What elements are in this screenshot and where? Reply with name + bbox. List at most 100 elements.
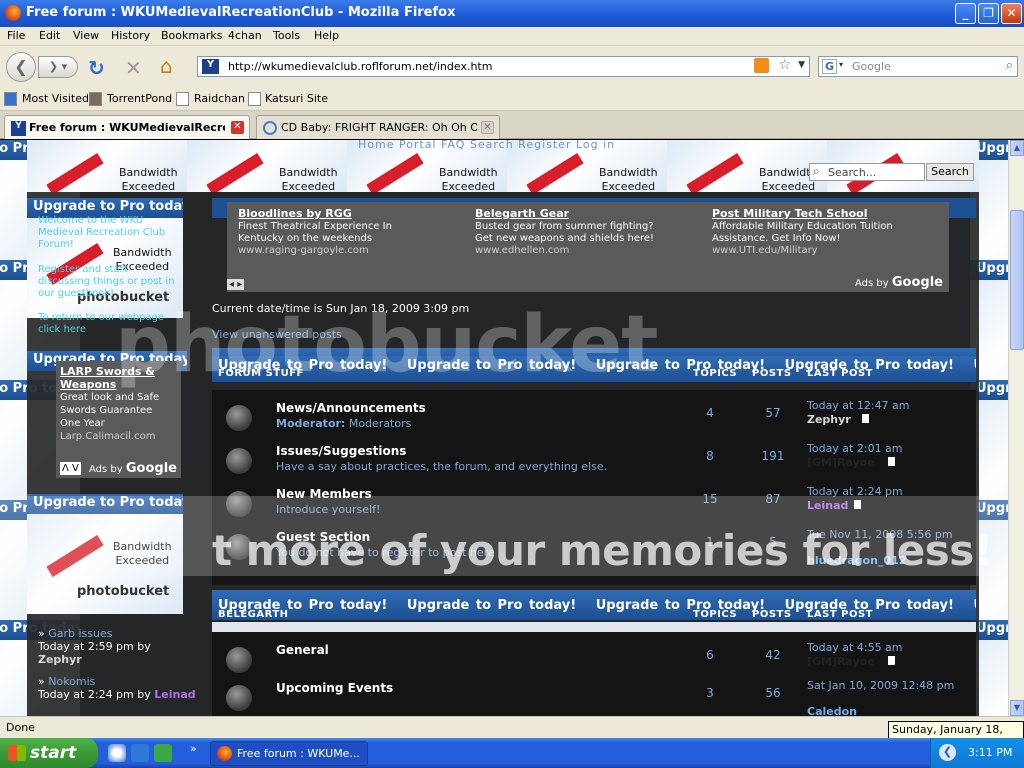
- tab-label: CD Baby: FRIGHT RANGER: Oh Oh Oh ...: [281, 121, 477, 134]
- minimize-button[interactable]: _: [955, 3, 976, 24]
- url-bar[interactable]: Y http://wkumedievalclub.roflforum.net/i…: [197, 56, 810, 77]
- url-dropdown-icon[interactable]: ▼: [798, 60, 805, 70]
- header-tile: Bandwidth Exceeded: [187, 140, 347, 192]
- menu-help[interactable]: Help: [314, 29, 339, 42]
- firefox-icon: [5, 5, 21, 21]
- forum-row[interactable]: General 6 42 Today at 4:55 am [GM]Rayoe: [212, 635, 974, 678]
- restore-button[interactable]: ❐: [978, 3, 999, 24]
- last-post-header: LAST POST: [807, 609, 873, 620]
- system-tray: ❮ 3:11 PM: [930, 738, 1024, 768]
- taskbar-firefox-item[interactable]: Free forum : WKUMe...: [210, 741, 368, 766]
- google-icon[interactable]: G: [822, 59, 837, 74]
- register-link[interactable]: Register and start discussing things or p…: [38, 264, 175, 300]
- forum-status-icon: [226, 647, 252, 673]
- quicklaunch-expand-icon[interactable]: »: [190, 742, 197, 755]
- welcome-text: Welcome to the WKU Medieval Recreation Cl…: [38, 215, 166, 250]
- menu-history[interactable]: History: [111, 29, 150, 42]
- status-text: Done: [6, 721, 35, 734]
- menu-bar: File Edit View History Bookmarks 4chan T…: [0, 27, 1024, 46]
- forum-title[interactable]: Issues/Suggestions: [276, 444, 406, 458]
- last-post-icon[interactable]: [888, 457, 895, 466]
- close-tab-icon[interactable]: ✕: [231, 121, 244, 134]
- forum-top-nav[interactable]: Home Portal FAQ Search Register Log in: [358, 138, 615, 151]
- ad-nav-arrows[interactable]: ◂ ▸: [227, 279, 245, 290]
- engine-dropdown-icon[interactable]: ▾: [839, 60, 843, 69]
- ad-bloodlines[interactable]: Bloodlines by RGG Finest Theatrical Expe…: [238, 208, 468, 257]
- menu-file[interactable]: File: [7, 29, 25, 42]
- torrentpond-icon: [89, 92, 102, 106]
- forum-title[interactable]: General: [276, 643, 329, 657]
- forum-row[interactable]: Issues/Suggestions Have a say about prac…: [212, 436, 974, 479]
- window-titlebar[interactable]: Free forum : WKUMedievalRecreationClub -…: [0, 0, 1024, 27]
- quicklaunch-app-icon[interactable]: [154, 744, 172, 762]
- scrollbar-thumb[interactable]: [1010, 210, 1024, 350]
- site-favicon: Y: [11, 121, 26, 136]
- page-icon: [248, 92, 261, 106]
- forward-button[interactable]: ❯ ▾: [38, 56, 78, 78]
- search-engine-box[interactable]: G ▾ Google ⌕: [818, 56, 1018, 77]
- recent-topic[interactable]: » Garb issues Today at 2:59 pm by Zephyr: [38, 627, 151, 666]
- status-bar: Done: [0, 716, 1024, 738]
- site-favicon: Y: [202, 59, 219, 74]
- bookmark-torrentpond[interactable]: TorrentPond: [107, 92, 172, 105]
- stop-icon[interactable]: ✕: [125, 56, 142, 80]
- last-post-header: LAST POST: [807, 368, 873, 379]
- menu-edit[interactable]: Edit: [39, 29, 60, 42]
- clock[interactable]: 3:11 PM: [968, 746, 1012, 759]
- ie-icon[interactable]: [131, 744, 149, 762]
- bookmark-star-icon[interactable]: ☆: [778, 57, 791, 73]
- forum-status-icon: [226, 405, 252, 431]
- back-button[interactable]: ❮: [6, 52, 36, 82]
- close-window-button[interactable]: ✕: [1001, 3, 1022, 24]
- photobucket-watermark: photobucket: [115, 300, 658, 390]
- menu-view[interactable]: View: [73, 29, 99, 42]
- reload-icon[interactable]: ↻: [88, 56, 105, 80]
- recent-topic[interactable]: » Nokomis Today at 2:24 pm by Leinad: [38, 675, 196, 701]
- home-icon[interactable]: ⌂: [160, 54, 173, 78]
- last-post-icon[interactable]: [888, 656, 895, 665]
- last-post-icon[interactable]: [862, 414, 869, 423]
- tray-expand-icon[interactable]: ❮: [939, 744, 956, 761]
- google-ad-block[interactable]: Bloodlines by RGG Finest Theatrical Expe…: [227, 202, 949, 292]
- ad-nav-arrows[interactable]: Λ V: [60, 462, 81, 475]
- close-tab-icon[interactable]: ✕: [481, 121, 494, 134]
- forum-title[interactable]: News/Announcements: [276, 401, 426, 415]
- scroll-down-icon[interactable]: ▼: [1010, 700, 1024, 716]
- forum-row[interactable]: Upcoming Events 3 56 Sat Jan 10, 2009 12…: [212, 673, 974, 718]
- most-visited-icon: [4, 92, 17, 106]
- windows-logo-icon: [8, 745, 26, 761]
- media-player-icon[interactable]: [108, 744, 126, 762]
- bookmark-raidchan[interactable]: Raidchan: [194, 92, 245, 105]
- start-button[interactable]: start: [0, 738, 98, 768]
- search-placeholder: Google: [852, 60, 891, 73]
- scroll-up-icon[interactable]: ▲: [1010, 140, 1024, 156]
- forum-search-input[interactable]: Search...: [809, 163, 925, 181]
- header-tile: Bandwidth Exceeded: [27, 140, 187, 192]
- menu-tools[interactable]: Tools: [273, 29, 300, 42]
- tab-forum[interactable]: Y Free forum : WKUMedievalRecre... ✕: [4, 115, 250, 139]
- forum-row[interactable]: News/Announcements Moderator: Moderators…: [212, 393, 974, 436]
- ads-by-google[interactable]: Ads by Google: [89, 462, 177, 476]
- ad-belegarth-gear[interactable]: Belegarth Gear Busted gear from summer f…: [475, 208, 705, 257]
- vertical-scrollbar[interactable]: ▲ ▼: [1008, 140, 1024, 716]
- photobucket-logo: photobucket: [77, 584, 170, 599]
- posts-header: POSTS: [752, 609, 792, 620]
- ads-by-google[interactable]: Ads by Google: [855, 275, 943, 290]
- posts-header: POSTS: [752, 368, 792, 379]
- search-icon[interactable]: ⌕: [1006, 58, 1013, 73]
- tab-strip: Y Free forum : WKUMedievalRecre... ✕ CD …: [0, 111, 1024, 139]
- window-title: Free forum : WKUMedievalRecreationClub -…: [26, 5, 456, 20]
- rss-icon[interactable]: [754, 58, 769, 73]
- header-tile: Bandwidth Exceeded: [667, 140, 827, 192]
- ad-post-military[interactable]: Post Military Tech School Affordable Mil…: [712, 208, 942, 257]
- menu-4chan[interactable]: 4chan: [228, 29, 262, 42]
- forum-title[interactable]: Upcoming Events: [276, 681, 393, 695]
- magnifier-icon: ⌕: [813, 164, 820, 178]
- bookmark-most-visited[interactable]: Most Visited: [22, 92, 89, 105]
- menu-bookmarks[interactable]: Bookmarks: [161, 29, 222, 42]
- category-spacer: [212, 622, 976, 632]
- forum-search-button[interactable]: Search: [926, 163, 974, 181]
- bookmark-katsuri[interactable]: Katsuri Site: [265, 92, 328, 105]
- topics-header: TOPICS: [693, 368, 738, 379]
- tab-cdbaby[interactable]: CD Baby: FRIGHT RANGER: Oh Oh Oh ... ✕: [256, 115, 500, 139]
